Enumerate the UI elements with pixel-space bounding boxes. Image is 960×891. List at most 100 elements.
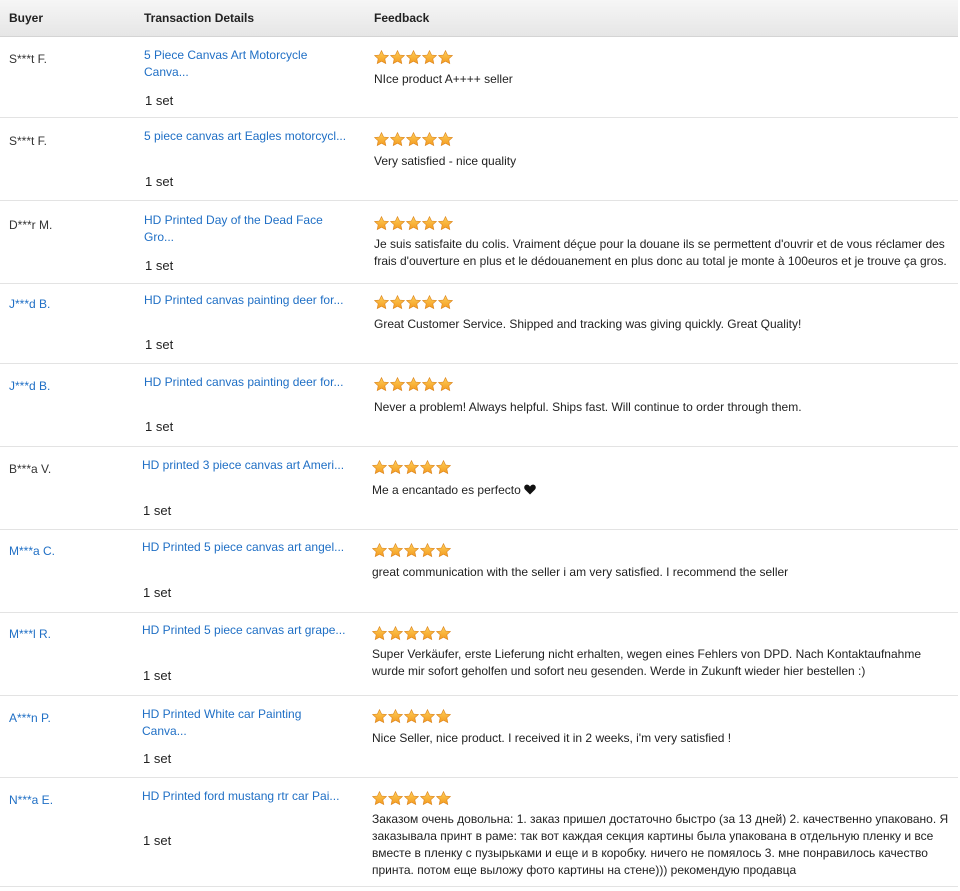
star-icon (372, 543, 387, 558)
quantity: 1 set (145, 337, 174, 352)
star-icon (406, 132, 421, 147)
buyer-name: B***a V. (9, 462, 52, 476)
star-rating (372, 543, 452, 559)
star-icon (390, 50, 405, 65)
item-link[interactable]: HD printed 3 piece canvas art Ameri... (142, 457, 347, 474)
feedback-text: Very satisfied - nice quality (374, 154, 517, 168)
buyer-name[interactable]: N***a E. (9, 793, 53, 807)
feedback-text: Me a encantado es perfecto (372, 482, 952, 499)
star-icon (406, 50, 421, 65)
star-icon (422, 50, 437, 65)
star-icon (404, 791, 419, 806)
feedback-text: Заказом очень довольна: 1. заказ пришел … (372, 812, 949, 877)
star-rating (372, 709, 452, 725)
star-rating (374, 377, 454, 393)
star-icon (420, 543, 435, 558)
item-link[interactable]: HD Printed canvas painting deer for... (144, 374, 349, 391)
star-icon (438, 50, 453, 65)
buyer-name[interactable]: J***d B. (9, 379, 50, 393)
star-icon (404, 626, 419, 641)
heart-icon (523, 484, 536, 495)
star-icon (436, 626, 451, 641)
buyer-name[interactable]: J***d B. (9, 297, 50, 311)
star-icon (436, 460, 451, 475)
star-icon (436, 791, 451, 806)
star-icon (420, 791, 435, 806)
star-icon (422, 132, 437, 147)
quantity: 1 set (145, 258, 174, 273)
buyer-name[interactable]: M***a C. (9, 544, 55, 558)
star-icon (388, 543, 403, 558)
feedback-text: Je suis satisfaite du colis. Vraiment dé… (374, 237, 947, 268)
feedback-message: Me a encantado es perfecto (372, 483, 521, 497)
item-link[interactable]: 5 piece canvas art Eagles motorcycl... (144, 128, 349, 145)
star-icon (422, 216, 437, 231)
quantity: 1 set (145, 419, 174, 434)
buyer-name[interactable]: M***l R. (9, 627, 51, 641)
star-icon (406, 216, 421, 231)
header-transaction-details: Transaction Details (144, 11, 255, 25)
table-row: D***r M. HD Printed Day of the Dead Face… (0, 201, 958, 284)
star-icon (388, 460, 403, 475)
star-rating (374, 132, 454, 148)
header-feedback: Feedback (374, 11, 430, 25)
star-icon (422, 295, 437, 310)
item-link[interactable]: HD Printed ford mustang rtr car Pai... (142, 788, 347, 805)
star-icon (388, 709, 403, 724)
quantity: 1 set (143, 585, 172, 600)
star-icon (374, 132, 389, 147)
quantity: 1 set (143, 751, 172, 766)
star-icon (406, 295, 421, 310)
star-icon (422, 377, 437, 392)
star-rating (374, 50, 454, 66)
feedback-text: NIce product A++++ seller (374, 72, 513, 86)
table-row: S***t F. 5 piece canvas art Eagles motor… (0, 118, 958, 201)
table-row: N***a E. HD Printed ford mustang rtr car… (0, 778, 958, 887)
feedback-text: Great Customer Service. Shipped and trac… (374, 317, 802, 331)
star-icon (420, 709, 435, 724)
star-icon (436, 543, 451, 558)
table-row: J***d B. HD Printed canvas painting deer… (0, 364, 958, 447)
star-icon (374, 377, 389, 392)
star-icon (420, 626, 435, 641)
header-buyer: Buyer (9, 11, 44, 25)
table-row: J***d B. HD Printed canvas painting deer… (0, 284, 958, 364)
item-link[interactable]: 5 Piece Canvas Art Motorcycle Canva... (144, 47, 349, 81)
buyer-name[interactable]: A***n P. (9, 711, 51, 725)
star-icon (404, 543, 419, 558)
star-icon (390, 295, 405, 310)
star-icon (388, 791, 403, 806)
item-link[interactable]: HD Printed White car Painting Canva... (142, 706, 347, 740)
star-icon (388, 626, 403, 641)
star-icon (372, 626, 387, 641)
star-icon (372, 460, 387, 475)
item-link[interactable]: HD Printed 5 piece canvas art angel... (142, 539, 347, 556)
table-row: B***a V. HD printed 3 piece canvas art A… (0, 447, 958, 530)
item-link[interactable]: HD Printed Day of the Dead Face Gro... (144, 212, 349, 246)
star-rating (374, 295, 454, 311)
quantity: 1 set (143, 668, 172, 683)
star-icon (438, 295, 453, 310)
star-icon (438, 377, 453, 392)
star-icon (404, 460, 419, 475)
star-rating (372, 791, 452, 807)
star-icon (390, 216, 405, 231)
star-icon (436, 709, 451, 724)
item-link[interactable]: HD Printed canvas painting deer for... (144, 292, 349, 309)
feedback-text: Never a problem! Always helpful. Ships f… (374, 400, 802, 414)
star-icon (390, 377, 405, 392)
star-rating (372, 626, 452, 642)
feedback-table: Buyer Transaction Details Feedback S***t… (0, 0, 960, 891)
table-row: M***a C. HD Printed 5 piece canvas art a… (0, 530, 958, 613)
buyer-name: D***r M. (9, 218, 53, 232)
table-row: M***l R. HD Printed 5 piece canvas art g… (0, 613, 958, 696)
table-row: A***n P. HD Printed White car Painting C… (0, 696, 958, 778)
item-link[interactable]: HD Printed 5 piece canvas art grape... (142, 622, 347, 639)
buyer-name: S***t F. (9, 134, 48, 148)
star-icon (374, 50, 389, 65)
star-icon (438, 132, 453, 147)
star-icon (420, 460, 435, 475)
star-icon (438, 216, 453, 231)
feedback-text: Super Verkäufer, erste Lieferung nicht e… (372, 647, 921, 678)
star-icon (372, 709, 387, 724)
